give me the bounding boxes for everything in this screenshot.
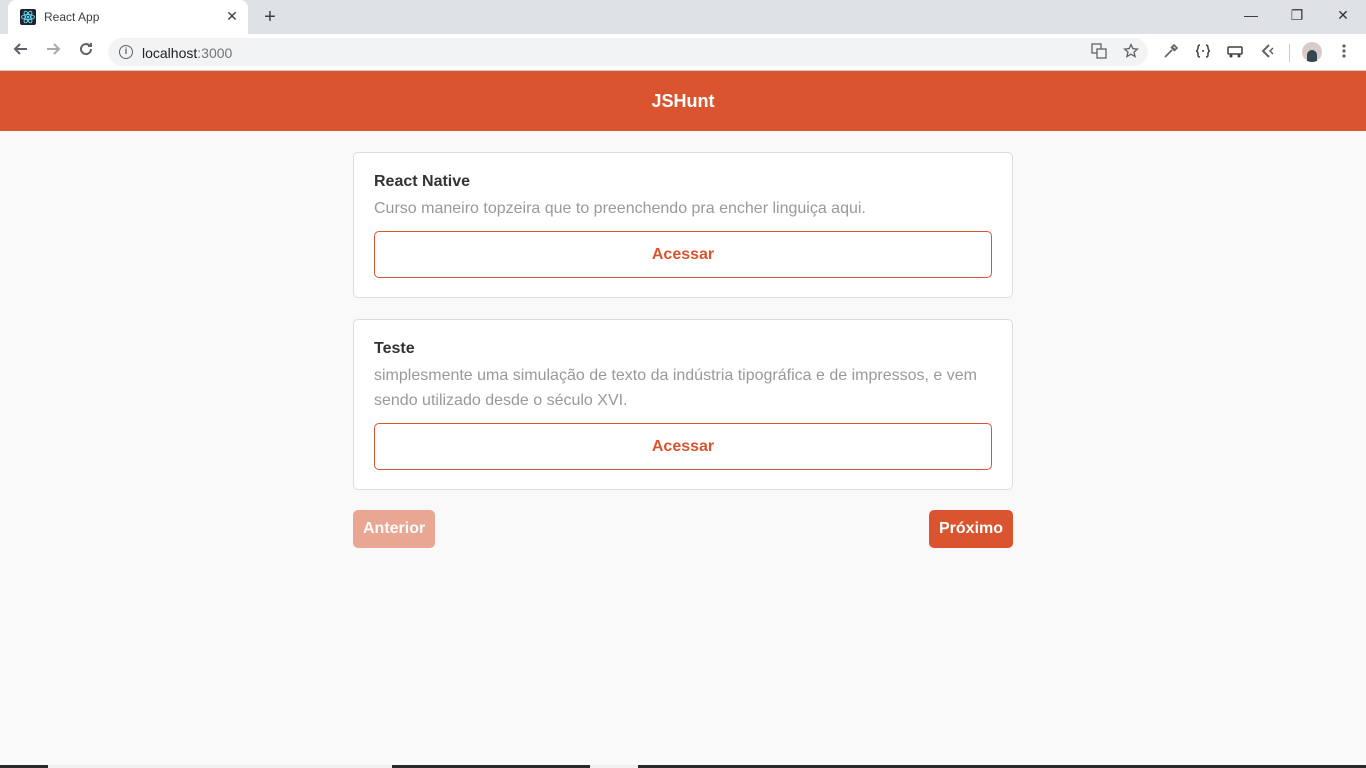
product-title: Teste — [374, 340, 415, 357]
tab-title: React App — [44, 10, 100, 24]
product-description: Curso maneiro topzeira que to preenchend… — [374, 200, 866, 217]
minimize-button[interactable]: — — [1228, 0, 1274, 30]
browser-toolbar: i localhost:3000 — [0, 34, 1366, 71]
tab-close-icon[interactable]: ✕ — [224, 8, 240, 24]
avatar[interactable] — [1302, 42, 1322, 62]
url-host: localhost — [142, 45, 198, 61]
react-favicon-icon — [20, 9, 36, 25]
url-port: :3000 — [197, 45, 233, 61]
menu-icon[interactable] — [1334, 42, 1354, 62]
product-card: Teste simplesmente uma simulação de text… — [353, 319, 1013, 490]
url-text: localhost:3000 — [142, 45, 232, 61]
tab-strip: React App ✕ + — ❐ ✕ — [0, 0, 1366, 34]
reload-icon[interactable] — [74, 40, 98, 64]
translate-icon[interactable] — [1090, 43, 1108, 61]
access-button[interactable]: Acessar — [374, 423, 992, 470]
address-bar[interactable]: i localhost:3000 — [108, 38, 1148, 66]
browser-tab[interactable]: React App ✕ — [8, 0, 248, 34]
product-card: React Native Curso maneiro topzeira que … — [353, 152, 1013, 298]
star-icon[interactable] — [1122, 42, 1140, 61]
product-title: React Native — [374, 173, 471, 190]
previous-button[interactable]: Anterior — [353, 510, 436, 548]
cast-icon[interactable] — [1225, 42, 1245, 62]
braces-icon[interactable] — [1193, 42, 1213, 62]
info-icon[interactable]: i — [119, 45, 133, 59]
toolbar-divider — [1289, 44, 1290, 62]
extension-icon[interactable] — [1257, 42, 1277, 62]
restore-button[interactable]: ❐ — [1274, 0, 1320, 30]
new-tab-button[interactable]: + — [259, 6, 281, 28]
app-header: JSHunt — [0, 71, 1366, 131]
eyedropper-icon[interactable] — [1161, 42, 1181, 62]
back-icon[interactable] — [9, 40, 33, 64]
next-button[interactable]: Próximo — [929, 510, 1014, 548]
close-window-button[interactable]: ✕ — [1320, 0, 1366, 30]
access-button[interactable]: Acessar — [374, 231, 992, 278]
product-description: simplesmente uma simulação de texto da i… — [374, 367, 977, 409]
forward-icon[interactable] — [41, 40, 65, 64]
